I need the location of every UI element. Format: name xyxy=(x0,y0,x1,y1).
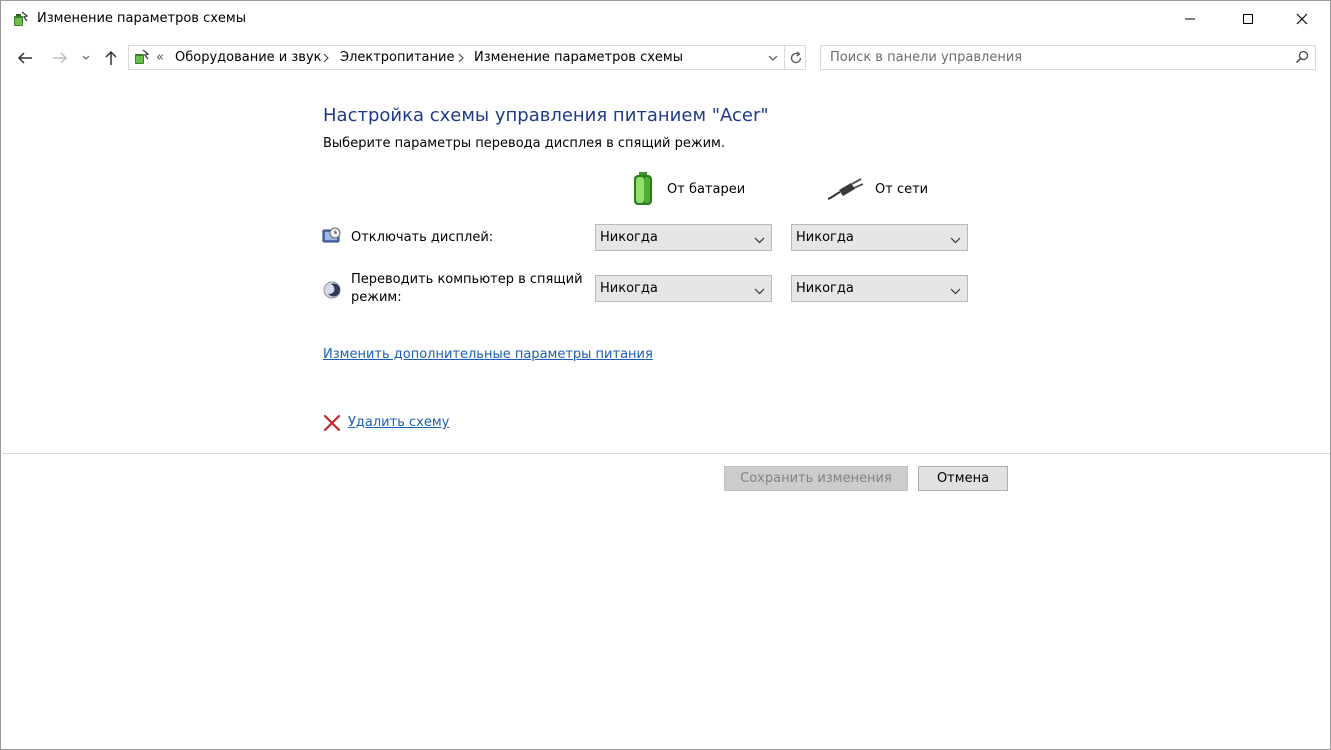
search-box[interactable] xyxy=(820,45,1316,70)
display-off-battery-select[interactable]: Никогда xyxy=(595,224,772,251)
monitor-clock-icon xyxy=(322,227,342,249)
page-heading: Настройка схемы управления питанием "Ace… xyxy=(323,105,769,126)
battery-column-label: От батареи xyxy=(667,181,746,197)
chevron-down-icon xyxy=(754,233,765,248)
chevron-right-icon[interactable] xyxy=(323,49,329,66)
sleep-plugged-select[interactable]: Никогда xyxy=(791,275,968,302)
chevron-down-icon xyxy=(950,233,961,248)
control-panel-window: Изменение параметров схемы « Оборудовани… xyxy=(0,0,1331,750)
up-button[interactable] xyxy=(100,47,122,69)
sleep-battery-value: Никогда xyxy=(600,281,658,296)
breadcrumb-hardware-sound[interactable]: Оборудование и звук xyxy=(175,50,322,65)
maximize-button[interactable] xyxy=(1225,1,1271,37)
power-options-icon xyxy=(11,10,29,28)
sleep-battery-select[interactable]: Никогда xyxy=(595,275,772,302)
delete-plan-link[interactable]: Удалить схему xyxy=(348,415,449,430)
battery-column-header: От батареи xyxy=(629,171,745,207)
search-input[interactable] xyxy=(821,46,1290,69)
display-off-battery-value: Никогда xyxy=(600,230,658,245)
breadcrumb-power-options[interactable]: Электропитание xyxy=(340,50,454,65)
page-subheading: Выберите параметры перевода дисплея в сп… xyxy=(323,136,725,151)
footer-divider xyxy=(2,453,1330,454)
address-bar[interactable]: « Оборудование и звук Электропитание Изм… xyxy=(128,45,806,70)
window-title: Изменение параметров схемы xyxy=(37,11,246,26)
control-panel-icon xyxy=(132,48,150,70)
search-icon[interactable] xyxy=(1295,50,1309,68)
delete-icon[interactable] xyxy=(323,414,341,436)
sleep-moon-icon xyxy=(322,280,342,304)
close-button[interactable] xyxy=(1279,1,1325,37)
power-plug-icon xyxy=(827,178,864,200)
sleep-plugged-value: Никогда xyxy=(796,281,854,296)
cancel-button[interactable]: Отмена xyxy=(918,466,1008,491)
address-overflow[interactable]: « xyxy=(156,50,164,65)
sleep-label-line2: режим: xyxy=(351,290,402,305)
back-button[interactable] xyxy=(14,47,36,69)
sleep-label-line1: Переводить компьютер в спящий xyxy=(351,272,583,287)
address-dropdown-button[interactable] xyxy=(763,46,783,69)
chevron-right-icon[interactable] xyxy=(458,49,464,66)
chevron-down-icon xyxy=(950,284,961,299)
refresh-button[interactable] xyxy=(784,46,806,69)
advanced-power-settings-link[interactable]: Изменить дополнительные параметры питани… xyxy=(323,347,653,362)
plugged-column-header: От сети xyxy=(827,171,928,207)
recent-locations-button[interactable] xyxy=(77,47,95,69)
save-changes-button[interactable]: Сохранить изменения xyxy=(724,466,908,491)
chevron-down-icon xyxy=(754,284,765,299)
display-off-plugged-value: Никогда xyxy=(796,230,854,245)
title-bar: Изменение параметров схемы xyxy=(1,1,1330,37)
forward-button[interactable] xyxy=(49,47,71,69)
minimize-button[interactable] xyxy=(1167,1,1213,37)
turn-off-display-label: Отключать дисплей: xyxy=(351,230,494,245)
breadcrumb-edit-plan[interactable]: Изменение параметров схемы xyxy=(474,50,683,65)
battery-icon xyxy=(634,172,652,205)
display-off-plugged-select[interactable]: Никогда xyxy=(791,224,968,251)
plugged-column-label: От сети xyxy=(875,181,929,197)
